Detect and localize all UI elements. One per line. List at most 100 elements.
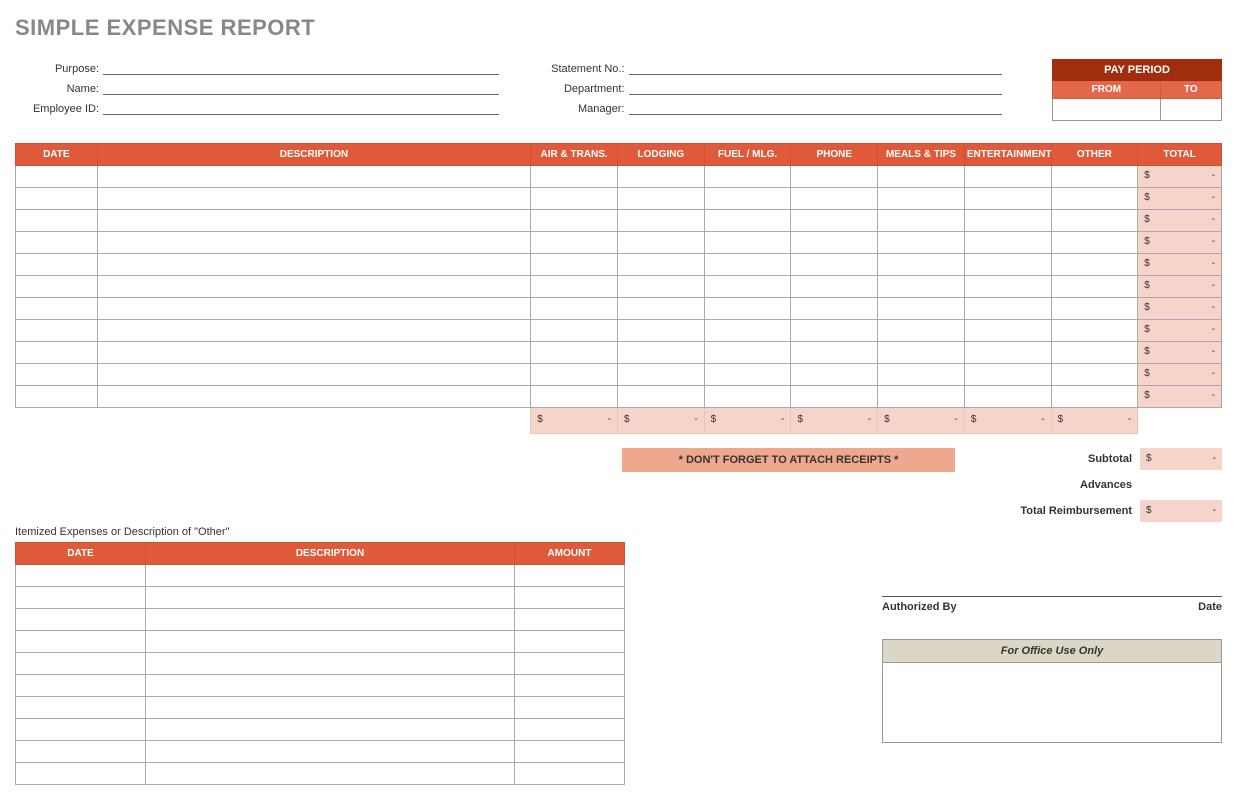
itemized-cell[interactable] xyxy=(515,653,625,675)
expense-cell[interactable] xyxy=(964,386,1051,408)
expense-cell[interactable] xyxy=(878,254,965,276)
expense-cell[interactable] xyxy=(531,210,618,232)
expense-cell[interactable] xyxy=(1051,210,1138,232)
itemized-cell[interactable] xyxy=(16,763,146,785)
expense-cell[interactable] xyxy=(16,166,98,188)
expense-cell[interactable] xyxy=(1051,298,1138,320)
input-employee-id[interactable] xyxy=(103,99,499,115)
expense-cell[interactable] xyxy=(531,166,618,188)
expense-cell[interactable] xyxy=(97,298,531,320)
pay-period-from-cell[interactable] xyxy=(1053,99,1161,121)
itemized-cell[interactable] xyxy=(146,675,515,697)
itemized-cell[interactable] xyxy=(515,565,625,587)
expense-cell[interactable] xyxy=(617,320,704,342)
itemized-cell[interactable] xyxy=(146,719,515,741)
itemized-cell[interactable] xyxy=(146,587,515,609)
expense-cell[interactable] xyxy=(704,166,791,188)
expense-cell[interactable] xyxy=(878,364,965,386)
expense-cell[interactable] xyxy=(617,276,704,298)
office-use-body[interactable] xyxy=(882,663,1222,743)
itemized-cell[interactable] xyxy=(16,587,146,609)
value-advances[interactable] xyxy=(1140,474,1222,496)
expense-cell[interactable] xyxy=(1051,188,1138,210)
expense-cell[interactable] xyxy=(97,166,531,188)
expense-cell[interactable] xyxy=(16,298,98,320)
input-manager[interactable] xyxy=(629,99,1003,115)
expense-cell[interactable] xyxy=(617,298,704,320)
expense-cell[interactable] xyxy=(964,364,1051,386)
expense-cell[interactable] xyxy=(16,254,98,276)
expense-cell[interactable] xyxy=(531,386,618,408)
expense-cell[interactable] xyxy=(531,232,618,254)
itemized-cell[interactable] xyxy=(16,631,146,653)
expense-cell[interactable] xyxy=(617,166,704,188)
expense-cell[interactable] xyxy=(791,342,878,364)
expense-cell[interactable] xyxy=(617,364,704,386)
expense-cell[interactable] xyxy=(791,276,878,298)
itemized-cell[interactable] xyxy=(515,587,625,609)
expense-cell[interactable] xyxy=(964,188,1051,210)
itemized-cell[interactable] xyxy=(146,609,515,631)
expense-cell[interactable] xyxy=(97,364,531,386)
input-purpose[interactable] xyxy=(103,59,499,75)
expense-cell[interactable] xyxy=(964,342,1051,364)
itemized-cell[interactable] xyxy=(16,565,146,587)
expense-cell[interactable] xyxy=(878,342,965,364)
expense-cell[interactable] xyxy=(878,210,965,232)
expense-cell[interactable] xyxy=(704,342,791,364)
expense-cell[interactable] xyxy=(964,320,1051,342)
expense-cell[interactable] xyxy=(531,320,618,342)
expense-cell[interactable] xyxy=(704,298,791,320)
expense-cell[interactable] xyxy=(791,210,878,232)
expense-cell[interactable] xyxy=(1051,276,1138,298)
input-name[interactable] xyxy=(103,79,499,95)
itemized-cell[interactable] xyxy=(515,719,625,741)
expense-cell[interactable] xyxy=(97,254,531,276)
expense-cell[interactable] xyxy=(531,276,618,298)
expense-cell[interactable] xyxy=(704,232,791,254)
expense-cell[interactable] xyxy=(1051,364,1138,386)
expense-cell[interactable] xyxy=(97,210,531,232)
expense-cell[interactable] xyxy=(791,232,878,254)
expense-cell[interactable] xyxy=(791,364,878,386)
expense-cell[interactable] xyxy=(617,210,704,232)
expense-cell[interactable] xyxy=(531,254,618,276)
expense-cell[interactable] xyxy=(617,232,704,254)
itemized-cell[interactable] xyxy=(146,697,515,719)
itemized-cell[interactable] xyxy=(16,609,146,631)
expense-cell[interactable] xyxy=(791,386,878,408)
expense-cell[interactable] xyxy=(16,188,98,210)
expense-cell[interactable] xyxy=(16,364,98,386)
expense-cell[interactable] xyxy=(704,254,791,276)
expense-cell[interactable] xyxy=(964,210,1051,232)
expense-cell[interactable] xyxy=(791,320,878,342)
expense-cell[interactable] xyxy=(16,210,98,232)
itemized-cell[interactable] xyxy=(515,763,625,785)
expense-cell[interactable] xyxy=(878,386,965,408)
itemized-cell[interactable] xyxy=(146,631,515,653)
expense-cell[interactable] xyxy=(704,188,791,210)
expense-cell[interactable] xyxy=(97,276,531,298)
expense-cell[interactable] xyxy=(1051,342,1138,364)
expense-cell[interactable] xyxy=(704,210,791,232)
expense-cell[interactable] xyxy=(964,254,1051,276)
expense-cell[interactable] xyxy=(617,254,704,276)
pay-period-to-cell[interactable] xyxy=(1160,99,1221,121)
itemized-cell[interactable] xyxy=(515,697,625,719)
expense-cell[interactable] xyxy=(704,364,791,386)
expense-cell[interactable] xyxy=(704,276,791,298)
expense-cell[interactable] xyxy=(531,298,618,320)
input-department[interactable] xyxy=(629,79,1003,95)
expense-cell[interactable] xyxy=(1051,166,1138,188)
expense-cell[interactable] xyxy=(1051,254,1138,276)
itemized-cell[interactable] xyxy=(146,763,515,785)
expense-cell[interactable] xyxy=(617,188,704,210)
expense-cell[interactable] xyxy=(1051,386,1138,408)
itemized-cell[interactable] xyxy=(146,565,515,587)
expense-cell[interactable] xyxy=(97,188,531,210)
expense-cell[interactable] xyxy=(16,342,98,364)
expense-cell[interactable] xyxy=(16,232,98,254)
expense-cell[interactable] xyxy=(704,386,791,408)
expense-cell[interactable] xyxy=(791,166,878,188)
expense-cell[interactable] xyxy=(531,364,618,386)
